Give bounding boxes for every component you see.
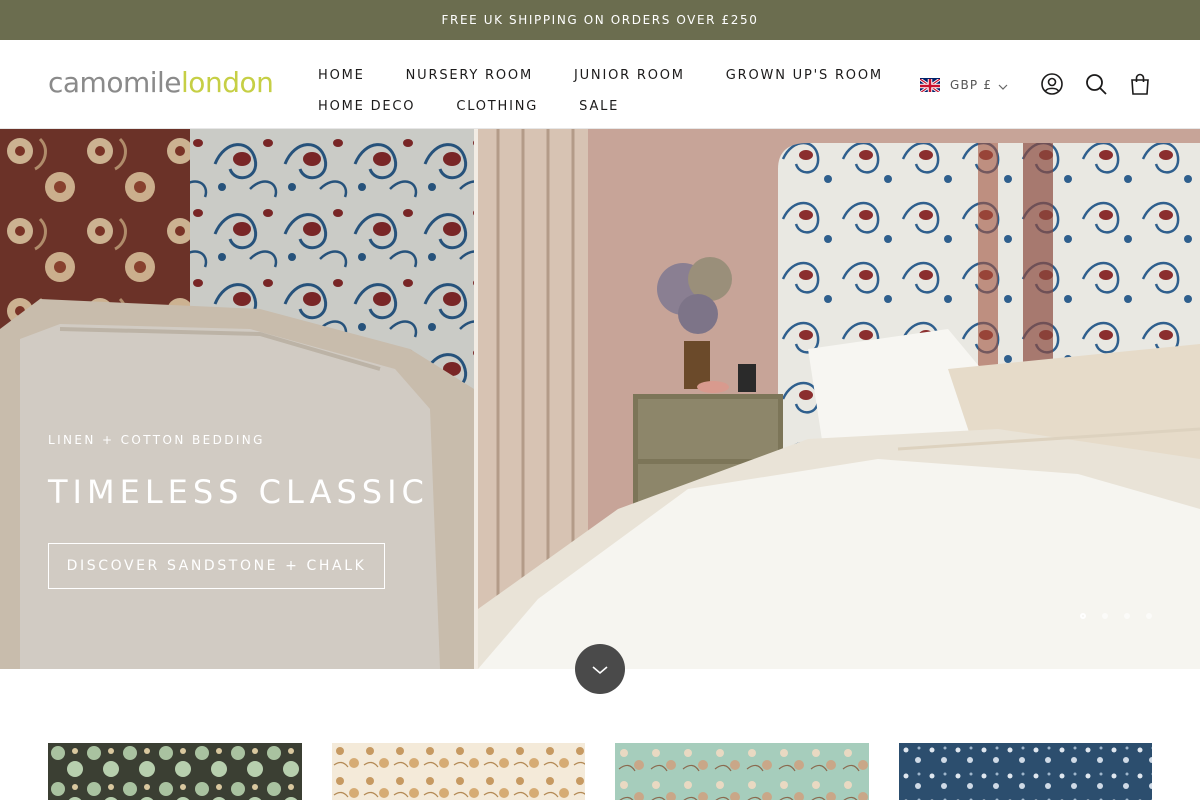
slide-dot-2[interactable] bbox=[1102, 613, 1108, 619]
cart-icon[interactable] bbox=[1128, 72, 1152, 96]
search-icon[interactable] bbox=[1084, 72, 1108, 96]
hero-slideshow: LINEN + COTTON BEDDING TIMELESS CLASSIC … bbox=[0, 129, 1200, 669]
slideshow-pagination bbox=[1080, 613, 1168, 619]
collection-tile-green-floral[interactable] bbox=[48, 743, 302, 800]
announcement-text: FREE UK SHIPPING ON ORDERS OVER £250 bbox=[441, 13, 759, 27]
hero-content: LINEN + COTTON BEDDING TIMELESS CLASSIC … bbox=[48, 433, 429, 589]
collection-grid bbox=[48, 743, 1152, 800]
nav-item-home-deco[interactable]: HOME DECO bbox=[318, 99, 415, 114]
collection-tile-navy-floral[interactable] bbox=[899, 743, 1152, 800]
main-navigation: HOME NURSERY ROOM JUNIOR ROOM GROWN UP'S… bbox=[318, 60, 881, 122]
hero-cta-button[interactable]: DISCOVER SANDSTONE + CHALK bbox=[48, 543, 385, 589]
account-icon[interactable] bbox=[1040, 72, 1064, 96]
nav-item-clothing[interactable]: CLOTHING bbox=[456, 99, 538, 114]
chevron-down-icon bbox=[998, 75, 1008, 94]
chevron-down-icon bbox=[591, 660, 609, 679]
hero-title: TIMELESS CLASSIC bbox=[48, 473, 429, 511]
logo-part-camomile: camomile bbox=[48, 66, 182, 99]
nav-item-sale[interactable]: SALE bbox=[579, 99, 619, 114]
slide-dot-1[interactable] bbox=[1080, 613, 1086, 619]
currency-label: GBP £ bbox=[950, 77, 993, 92]
currency-selector[interactable]: GBP £ bbox=[920, 75, 1008, 94]
collection-tile-tan-floral[interactable] bbox=[332, 743, 585, 800]
logo[interactable]: camomilelondon bbox=[48, 66, 274, 106]
logo-part-london: london bbox=[181, 66, 274, 99]
collection-tile-mint-floral[interactable] bbox=[615, 743, 869, 800]
header-actions: GBP £ bbox=[920, 72, 1152, 96]
slide-dot-3[interactable] bbox=[1124, 613, 1130, 619]
nav-row-secondary: HOME DECO CLOTHING SALE bbox=[318, 91, 878, 122]
site-header: camomilelondon HOME NURSERY ROOM JUNIOR … bbox=[0, 40, 1200, 129]
announcement-bar: FREE UK SHIPPING ON ORDERS OVER £250 bbox=[0, 0, 1200, 40]
nav-item-home[interactable]: HOME bbox=[318, 68, 365, 83]
scroll-down-button[interactable] bbox=[575, 644, 625, 694]
uk-flag-icon bbox=[920, 77, 940, 92]
nav-item-junior-room[interactable]: JUNIOR ROOM bbox=[574, 68, 685, 83]
slide-dot-4[interactable] bbox=[1146, 613, 1152, 619]
hero-image-bedroom bbox=[478, 129, 1200, 669]
hero-subheading: LINEN + COTTON BEDDING bbox=[48, 433, 265, 447]
nav-item-nursery-room[interactable]: NURSERY ROOM bbox=[406, 68, 533, 83]
nav-item-grown-ups-room[interactable]: GROWN UP'S ROOM bbox=[726, 68, 883, 83]
nav-row-primary: HOME NURSERY ROOM JUNIOR ROOM GROWN UP'S… bbox=[318, 60, 881, 91]
